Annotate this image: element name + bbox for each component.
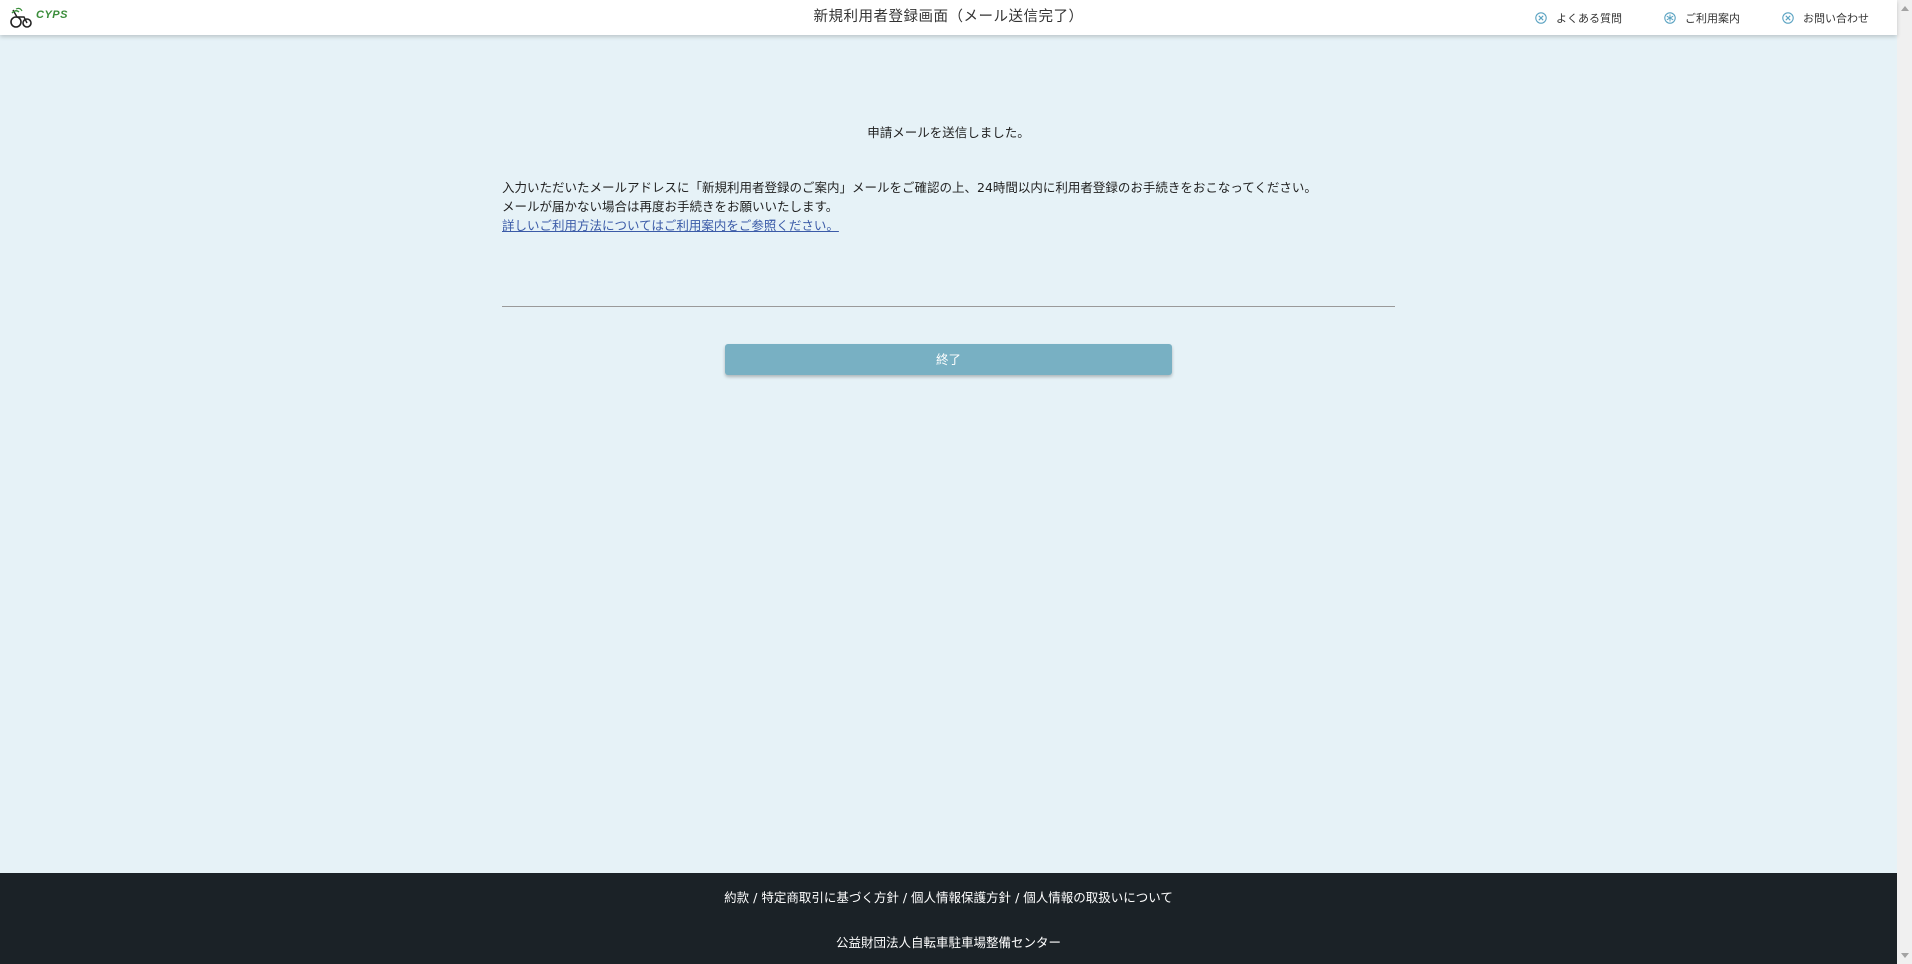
footer-separator: /: [902, 890, 908, 905]
page: CYPS 新規利用者登録画面（メール送信完了） よくある質問 ご利用案内 お問い…: [0, 0, 1912, 964]
scroll-down-arrow-icon[interactable]: [1901, 953, 1909, 958]
logo-text: CYPS: [36, 9, 68, 21]
footer-separator: /: [1015, 890, 1020, 905]
bicycle-logo-icon: [10, 7, 32, 28]
sent-message: 申請メールを送信しました。: [867, 125, 1030, 140]
guide-link[interactable]: ご利用案内: [1664, 10, 1740, 26]
close-circle-icon: [1535, 11, 1547, 24]
divider: [502, 306, 1395, 307]
guide-link-label: ご利用案内: [1685, 11, 1740, 25]
footer-link-commerce-policy[interactable]: 特定商取引に基づく方針: [761, 890, 899, 905]
footer-link-privacy-policy[interactable]: 個人情報保護方針: [911, 890, 1011, 905]
contact-link-label: お問い合わせ: [1803, 11, 1869, 25]
scroll-up-arrow-icon[interactable]: [1901, 6, 1909, 11]
faq-link-label: よくある質問: [1556, 11, 1622, 25]
footer: 約款 / 特定商取引に基づく方針 / 個人情報保護方針 / 個人情報の取扱いについて 公益財…: [0, 873, 1897, 964]
close-circle-icon: [1782, 11, 1794, 24]
snowflake-icon: [1664, 11, 1676, 24]
vertical-scrollbar[interactable]: [1897, 0, 1912, 964]
footer-link-terms[interactable]: 約款: [724, 890, 749, 905]
contact-link[interactable]: お問い合わせ: [1782, 10, 1869, 26]
finish-button[interactable]: 終了: [725, 344, 1172, 375]
header-bar: CYPS 新規利用者登録画面（メール送信完了） よくある質問 ご利用案内 お問い…: [0, 0, 1897, 35]
footer-separator: /: [753, 890, 758, 905]
cyps-logo[interactable]: CYPS: [10, 7, 68, 29]
instruction-line-2: メールが届かない場合は再度お手続きをお願いいたします。: [502, 199, 839, 214]
instruction-line-1: 入力いただいたメールアドレスに「新規利用者登録のご案内」メールをご確認の上、24…: [502, 180, 1317, 195]
footer-organization: 公益財団法人自転車駐車場整備センター: [835, 935, 1061, 950]
footer-link-personal-info-handling[interactable]: 個人情報の取扱いについて: [1023, 890, 1173, 905]
usage-guide-link[interactable]: 詳しいご利用方法についてはご利用案内をご参照ください。: [502, 218, 839, 233]
header-nav: よくある質問 ご利用案内 お問い合わせ: [1493, 0, 1869, 35]
faq-link[interactable]: よくある質問: [1535, 10, 1622, 26]
instructions-text: 入力いただいたメールアドレスに「新規利用者登録のご案内」メールをご確認の上、24…: [502, 178, 1317, 235]
footer-links: 約款 / 特定商取引に基づく方針 / 個人情報保護方針 / 個人情報の取扱いについて: [0, 887, 1897, 906]
